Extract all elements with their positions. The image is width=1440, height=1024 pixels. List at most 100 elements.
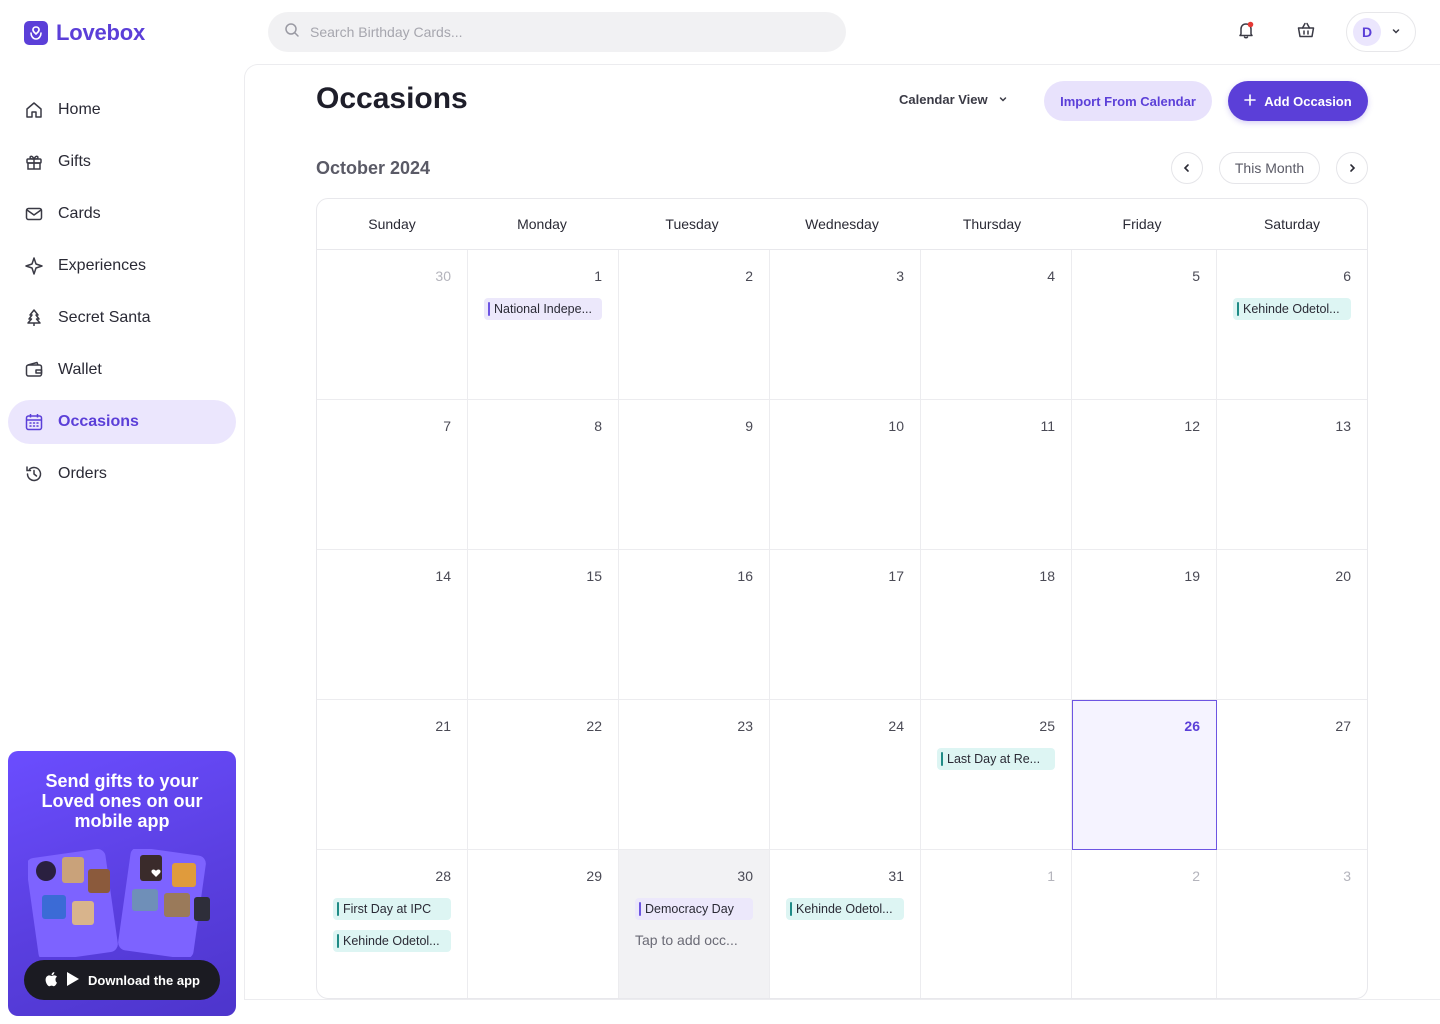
calendar-day-cell[interactable]: 18 [921, 550, 1072, 700]
tap-to-add-hint[interactable]: Tap to add occ... [635, 932, 753, 948]
calendar-day-cell[interactable]: 13 [1217, 400, 1367, 550]
calendar-day-cell[interactable]: 11 [921, 400, 1072, 550]
calendar-day-cell-today[interactable]: 26 [1072, 700, 1217, 850]
sidebar-item-orders[interactable]: Orders [8, 452, 236, 496]
day-number: 22 [586, 718, 602, 734]
calendar-day-cell[interactable]: 25 Last Day at Re... [921, 700, 1072, 850]
sidebar-nav: Home Gifts Cards Experiences Secret Sant… [8, 88, 236, 504]
calendar-day-cell[interactable]: 22 [468, 700, 619, 850]
play-store-icon [66, 971, 80, 990]
occasion-event-chip[interactable]: Kehinde Odetol... [333, 930, 451, 952]
calendar-day-cell[interactable]: 30 Democracy Day Tap to add occ... [619, 850, 770, 998]
profile-menu[interactable]: D [1346, 12, 1416, 52]
calendar-day-cell[interactable]: 1 [921, 850, 1072, 998]
calendar-day-cell[interactable]: 30 [317, 250, 468, 400]
calendar-day-cell[interactable]: 3 [1217, 850, 1367, 998]
calendar-day-cell[interactable]: 19 [1072, 550, 1217, 700]
occasion-event-chip[interactable]: Kehinde Odetol... [1233, 298, 1351, 320]
this-month-button[interactable]: This Month [1219, 152, 1320, 184]
day-number: 9 [745, 418, 753, 434]
import-from-calendar-button[interactable]: Import From Calendar [1044, 81, 1212, 121]
day-number: 26 [1184, 718, 1200, 734]
plus-icon [1244, 93, 1257, 109]
day-number: 17 [888, 568, 904, 584]
calendar-day-cell[interactable]: 9 [619, 400, 770, 550]
calendar-day-cell[interactable]: 31 Kehinde Odetol... [770, 850, 921, 998]
calendar-day-cell[interactable]: 27 [1217, 700, 1367, 850]
calendar-day-cell[interactable]: 21 [317, 700, 468, 850]
day-number: 1 [594, 268, 602, 284]
sidebar-item-secret-santa[interactable]: Secret Santa [8, 296, 236, 340]
day-number: 5 [1192, 268, 1200, 284]
sidebar-item-gifts[interactable]: Gifts [8, 140, 236, 184]
day-number: 20 [1335, 568, 1351, 584]
calendar-day-cell[interactable]: 3 [770, 250, 921, 400]
calendar-day-cell[interactable]: 20 [1217, 550, 1367, 700]
calendar-icon [24, 412, 44, 432]
previous-month-button[interactable] [1171, 152, 1203, 184]
cart-button[interactable] [1294, 18, 1318, 42]
brand-logo[interactable]: Lovebox [24, 20, 145, 46]
calendar-day-cell[interactable]: 12 [1072, 400, 1217, 550]
calendar-day-cell[interactable]: 4 [921, 250, 1072, 400]
calendar-day-cell[interactable]: 6 Kehinde Odetol... [1217, 250, 1367, 400]
day-number: 21 [435, 718, 451, 734]
day-number: 24 [888, 718, 904, 734]
download-app-label: Download the app [88, 972, 200, 988]
chevron-right-icon [1350, 164, 1356, 172]
calendar-day-cell[interactable]: 28 First Day at IPC Kehinde Odetol... [317, 850, 468, 998]
calendar-grid: 30 1 National Indepe... 2 3 4 5 6 Kehinde Odetol… [317, 250, 1367, 998]
add-occasion-button[interactable]: Add Occasion [1228, 81, 1368, 121]
occasion-event-chip[interactable]: Last Day at Re... [937, 748, 1055, 770]
sidebar-item-wallet[interactable]: Wallet [8, 348, 236, 392]
sidebar-item-cards[interactable]: Cards [8, 192, 236, 236]
weekday-header: Sunday Monday Tuesday Wednesday Thursday… [317, 199, 1367, 250]
occasion-event-chip[interactable]: Kehinde Odetol... [786, 898, 904, 920]
calendar-day-cell[interactable]: 24 [770, 700, 921, 850]
chevron-left-icon [1183, 164, 1189, 172]
calendar-day-cell[interactable]: 29 [468, 850, 619, 998]
next-month-button[interactable] [1336, 152, 1368, 184]
occasion-event-chip[interactable]: Democracy Day [635, 898, 753, 920]
day-number: 10 [888, 418, 904, 434]
occasion-event-chip[interactable]: First Day at IPC [333, 898, 451, 920]
add-occasion-label: Add Occasion [1264, 93, 1352, 109]
calendar-day-cell[interactable]: 17 [770, 550, 921, 700]
calendar-day-cell[interactable]: 7 [317, 400, 468, 550]
calendar-day-cell[interactable]: 2 [1072, 850, 1217, 998]
sidebar-item-label: Wallet [58, 361, 102, 378]
day-number: 25 [1039, 718, 1055, 734]
event-list: First Day at IPC Kehinde Odetol... [333, 898, 451, 952]
search-input[interactable] [310, 24, 810, 40]
calendar-day-cell[interactable]: 1 National Indepe... [468, 250, 619, 400]
download-app-button[interactable]: Download the app [24, 960, 220, 1000]
sidebar-item-label: Gifts [58, 153, 91, 170]
app-root: Lovebox Home Gifts Cards Experiences Sec… [0, 0, 1440, 1024]
history-icon [24, 464, 44, 484]
calendar-day-cell[interactable]: 8 [468, 400, 619, 550]
calendar-day-cell[interactable]: 23 [619, 700, 770, 850]
day-number: 29 [586, 868, 602, 884]
sidebar-item-occasions[interactable]: Occasions [8, 400, 236, 444]
notification-button[interactable] [1234, 18, 1258, 42]
event-list: Kehinde Odetol... [1233, 298, 1351, 320]
calendar-day-cell[interactable]: 16 [619, 550, 770, 700]
calendar-day-cell[interactable]: 14 [317, 550, 468, 700]
calendar-day-cell[interactable]: 10 [770, 400, 921, 550]
day-number: 13 [1335, 418, 1351, 434]
occasion-event-chip[interactable]: National Indepe... [484, 298, 602, 320]
home-icon [24, 100, 44, 120]
calendar-day-cell[interactable]: 15 [468, 550, 619, 700]
sidebar-item-home[interactable]: Home [8, 88, 236, 132]
calendar-day-cell[interactable]: 5 [1072, 250, 1217, 400]
sidebar-item-experiences[interactable]: Experiences [8, 244, 236, 288]
day-number: 18 [1039, 568, 1055, 584]
calendar-view-select[interactable]: Calendar View [899, 92, 1008, 107]
apple-icon [44, 971, 58, 990]
day-number: 4 [1047, 268, 1055, 284]
day-number: 8 [594, 418, 602, 434]
weekday-label: Saturday [1263, 216, 1321, 232]
calendar-day-cell[interactable]: 2 [619, 250, 770, 400]
sidebar: Lovebox Home Gifts Cards Experiences Sec… [0, 0, 244, 1024]
sidebar-item-label: Home [58, 101, 101, 118]
